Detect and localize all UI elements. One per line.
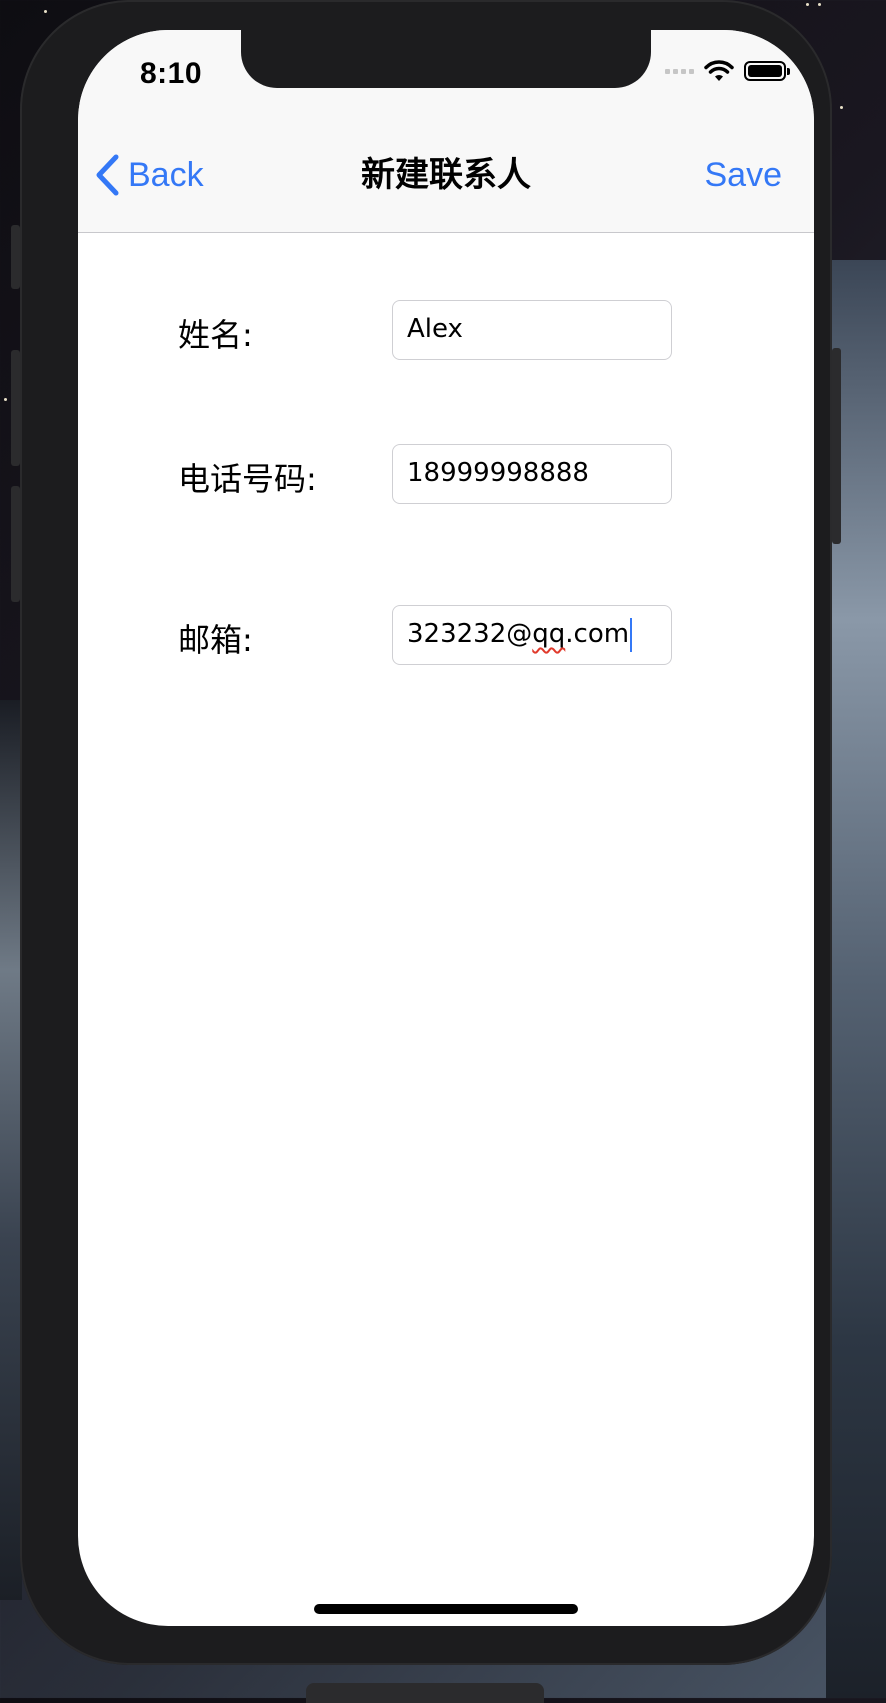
simulator-dock-edge	[306, 1683, 544, 1703]
email-field[interactable]: 323232@qq.com	[392, 605, 672, 665]
wallpaper-star	[44, 10, 47, 13]
wallpaper-star	[840, 106, 843, 109]
phone-field[interactable]: 18999998888	[392, 444, 672, 504]
phone-label: 电话号码:	[178, 460, 317, 498]
email-value-suffix: .com	[565, 619, 630, 649]
mute-switch	[11, 225, 20, 289]
wallpaper-star	[4, 398, 7, 401]
volume-down-button	[11, 486, 20, 602]
status-bar: 8:10	[78, 30, 814, 118]
power-button	[832, 348, 841, 544]
email-label: 邮箱:	[178, 621, 253, 659]
wallpaper-star	[818, 3, 821, 6]
wifi-icon	[704, 60, 734, 81]
email-value-misspelled: qq	[532, 619, 566, 649]
save-button[interactable]: Save	[705, 118, 783, 232]
wallpaper-star	[806, 3, 809, 6]
name-label: 姓名:	[178, 316, 253, 354]
email-value-prefix: 323232@	[407, 619, 533, 649]
status-time: 8:10	[140, 57, 203, 90]
text-cursor	[630, 617, 633, 652]
name-field[interactable]: Alex	[392, 300, 672, 360]
navigation-bar: Back 新建联系人 Save	[78, 118, 814, 233]
status-icons	[665, 60, 790, 82]
cellular-signal-icon	[665, 68, 694, 74]
home-indicator[interactable]	[314, 1604, 578, 1614]
battery-icon	[744, 61, 790, 81]
screen: 8:10 Back 新建联系人 Save 姓名: Alex 电话号码: 1899…	[78, 30, 814, 1626]
notch	[241, 30, 651, 88]
iphone-frame: 8:10 Back 新建联系人 Save 姓名: Alex 电话号码: 1899…	[11, 0, 841, 1665]
volume-up-button	[11, 350, 20, 466]
wallpaper-left	[0, 700, 22, 1600]
